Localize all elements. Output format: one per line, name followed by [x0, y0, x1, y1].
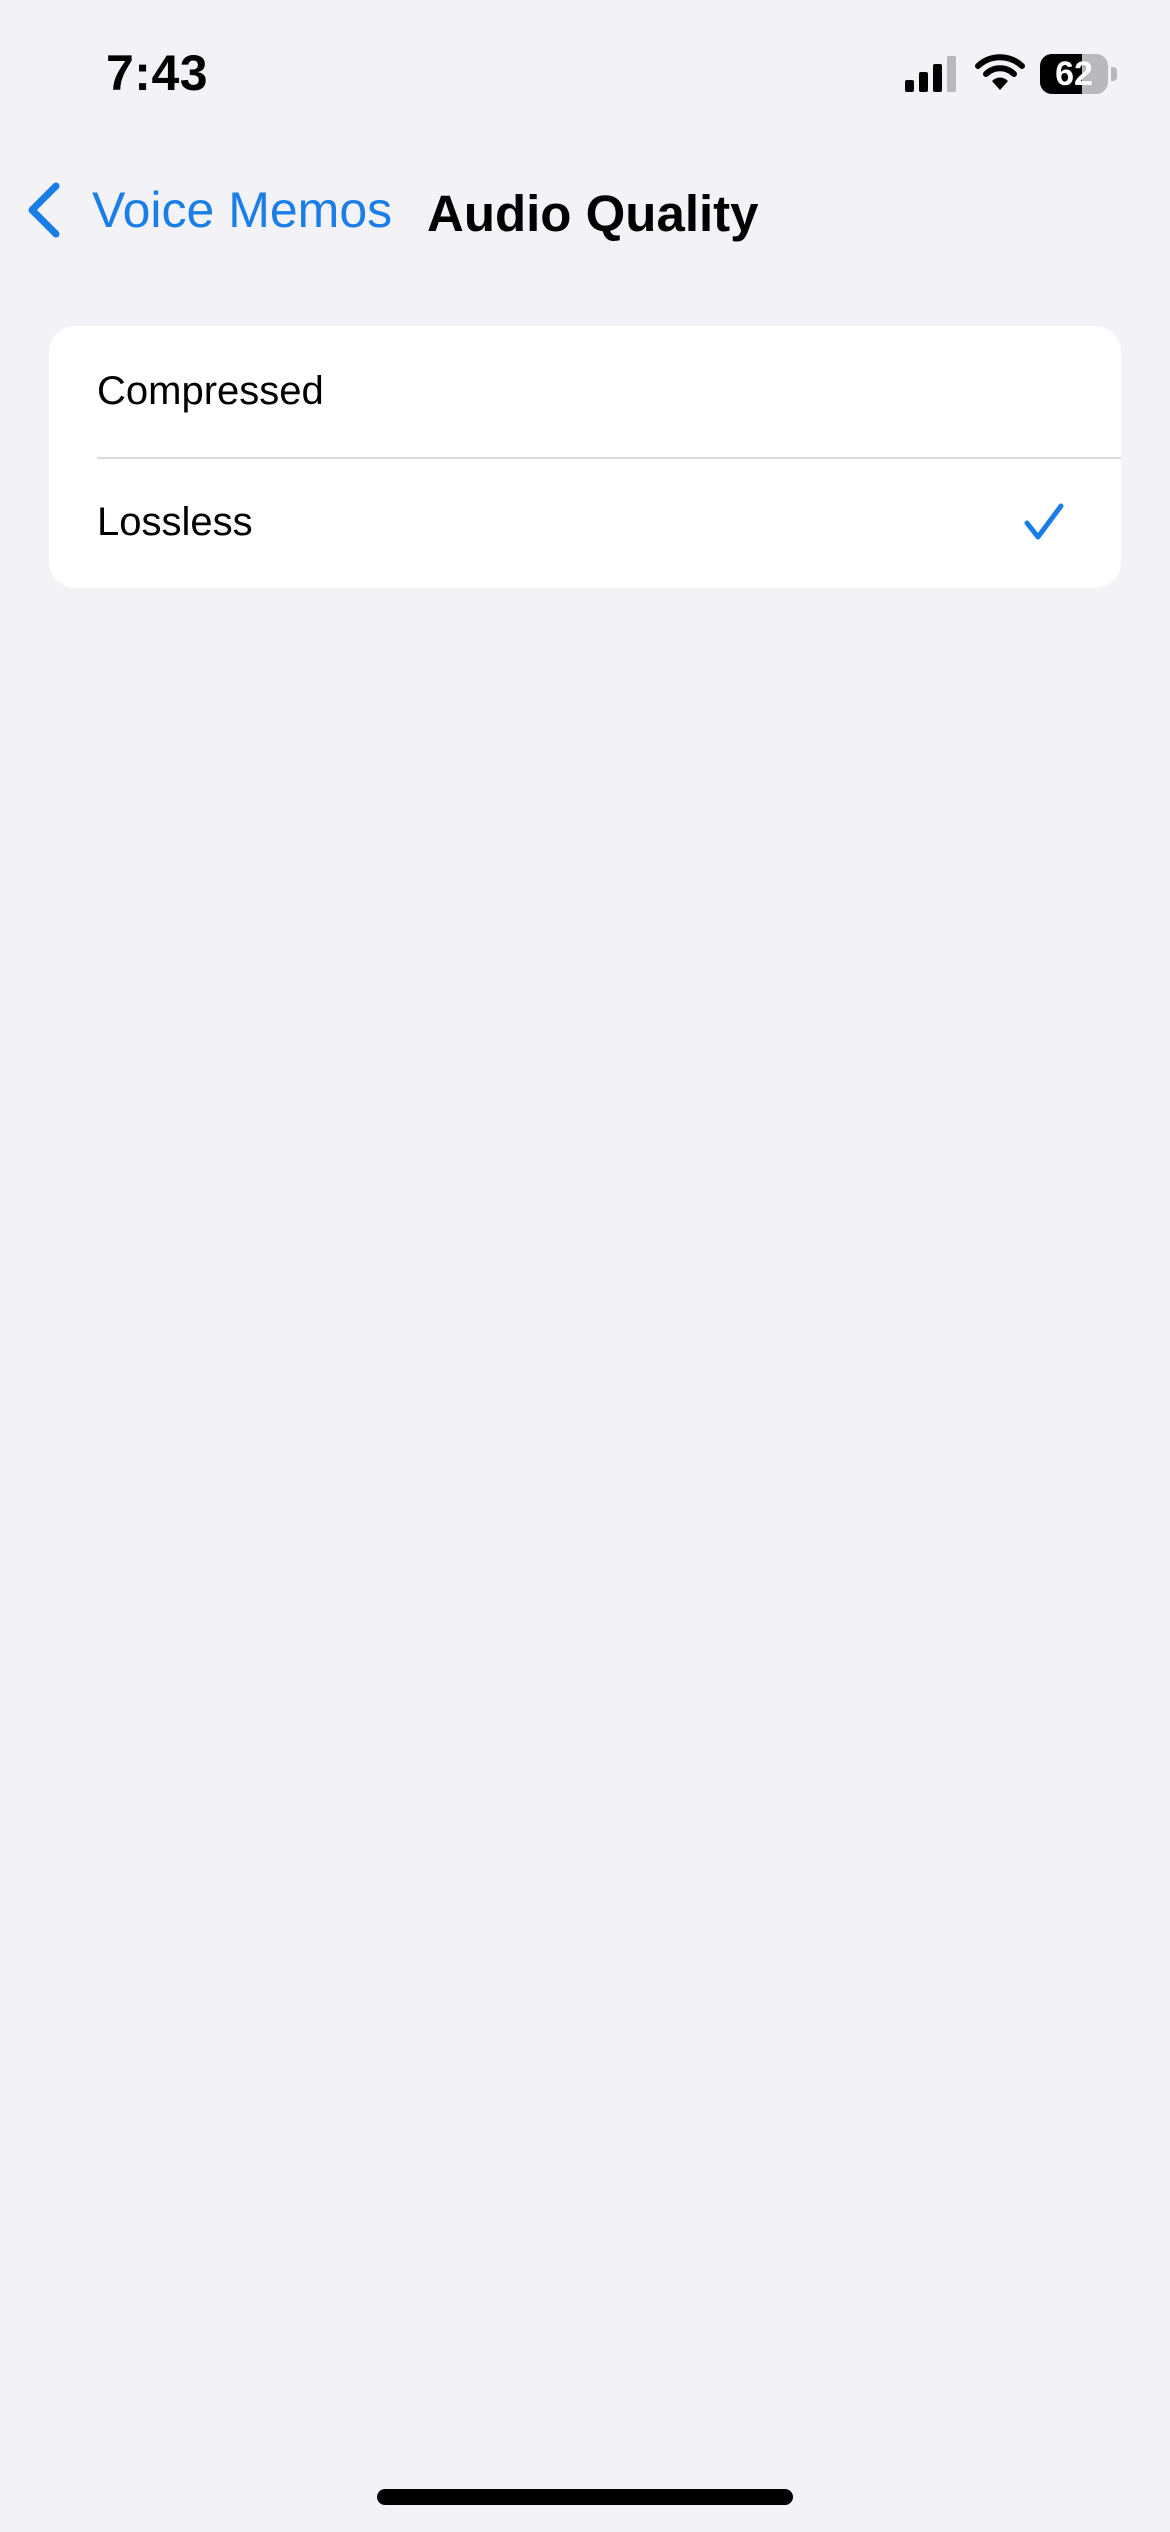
battery-percent: 62	[1055, 55, 1093, 93]
status-bar: 7:43 62	[0, 0, 1170, 150]
back-label: Voice Memos	[92, 182, 393, 238]
navigation-bar: Voice Memos Audio Quality	[0, 160, 1170, 260]
wifi-icon	[975, 54, 1025, 90]
back-button[interactable]: Voice Memos	[24, 170, 392, 250]
chevron-left-icon	[28, 182, 60, 238]
option-lossless[interactable]: Lossless	[49, 457, 1121, 588]
audio-quality-options: Compressed Lossless	[49, 326, 1121, 588]
option-label: Compressed	[97, 369, 324, 413]
home-indicator[interactable]	[377, 2489, 793, 2505]
option-compressed[interactable]: Compressed	[49, 326, 1121, 457]
battery-icon: 62	[1040, 54, 1118, 94]
status-time: 7:43	[106, 45, 209, 101]
checkmark-icon	[1024, 503, 1064, 540]
page-title: Audio Quality	[427, 185, 759, 242]
option-label: Lossless	[97, 500, 253, 544]
signal-icon	[905, 56, 956, 92]
